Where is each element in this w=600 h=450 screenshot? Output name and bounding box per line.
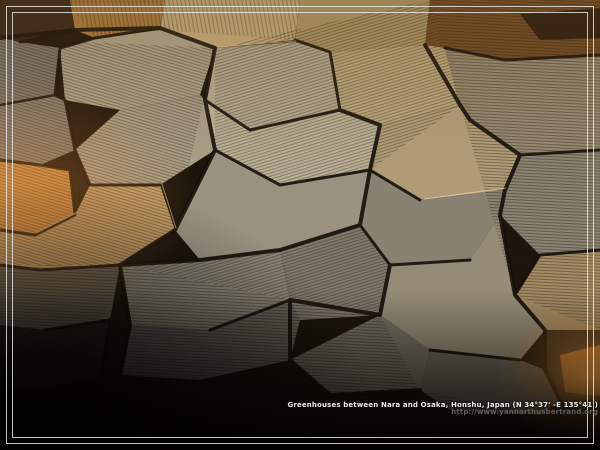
wallpaper: Greenhouses between Nara and Osaka, Hons… <box>0 0 600 450</box>
photo-caption: Greenhouses between Nara and Osaka, Hons… <box>287 401 598 416</box>
caption-url: http://www.yannarthusbertrand.org <box>287 409 598 416</box>
aerial-photo-greenhouses <box>0 0 600 450</box>
